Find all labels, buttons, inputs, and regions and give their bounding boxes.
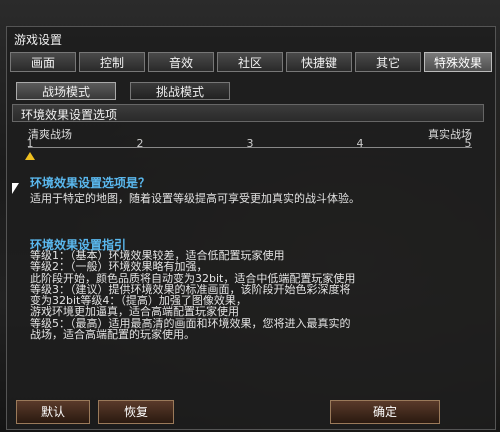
guide-line: 此阶段开始，颜色品质将自动变为32bit，适合中低端配置玩家使用 [30, 272, 356, 284]
tab-hotkeys[interactable]: 快捷键 [286, 52, 352, 72]
tab-community[interactable]: 社区 [217, 52, 283, 72]
guide-line: 等级2：（一般）环境效果略有加强， [30, 261, 208, 273]
guide-line: 等级1：（基本）环境效果较差，适合低配置玩家使用 [30, 250, 285, 262]
slider-tick: 4 [356, 137, 364, 150]
tab-special-effects[interactable]: 特殊效果 [424, 52, 492, 72]
guide-line: 等级5：（最高）适用最高清的画面和环境效果，您将进入最真实的 [30, 317, 351, 330]
settings-tab-bar: 画面 控制 音效 社区 快捷键 其它 特殊效果 [10, 52, 492, 74]
slider-min-label: 清爽战场 [28, 128, 72, 141]
tab-sound[interactable]: 音效 [148, 52, 214, 72]
slider-tick: 3 [246, 137, 254, 150]
guide-line: 游戏环境更加逼真，适合高端配置玩家使用 [30, 306, 239, 318]
guide-text: 等级1：（基本）环境效果较差，适合低配置玩家使用 等级2：（一般）环境效果略有加… [30, 250, 470, 340]
bottom-button-bar: 默认 恢复 确定 [0, 396, 500, 426]
slider-tick: 2 [136, 137, 144, 150]
slider-tick: 5 [464, 137, 472, 150]
section-title: 环境效果设置选项 [21, 108, 118, 122]
default-button[interactable]: 默认 [16, 400, 90, 424]
section-header: 环境效果设置选项 [12, 104, 484, 122]
slider-handle[interactable] [25, 152, 35, 160]
restore-button[interactable]: 恢复 [98, 400, 174, 424]
slider-tick: 1 [26, 137, 34, 150]
guide-line: 战场，适合高端配置的玩家使用。 [30, 329, 195, 341]
tab-graphics[interactable]: 画面 [10, 52, 76, 72]
tab-controls[interactable]: 控制 [79, 52, 145, 72]
guide-line: 变为32bit等级4：（提高）加强了图像效果， [30, 295, 247, 307]
tab-other[interactable]: 其它 [355, 52, 421, 72]
environment-effect-slider[interactable]: 清爽战场 真实战场 1 2 3 4 5 [24, 124, 476, 164]
description-text: 适用于特定的地图，随着设置等级提高可享受更加真实的战斗体验。 [30, 192, 360, 205]
window-titlebar: 游戏设置 [6, 28, 494, 48]
subtab-battle-mode[interactable]: 战场模式 [16, 82, 116, 100]
guide-line: 等级3：（建议）提供环境效果的标准画面，该阶段开始色彩深度将 [30, 283, 351, 296]
mouse-cursor-icon [12, 183, 19, 194]
window-title: 游戏设置 [14, 33, 63, 47]
subtab-challenge-mode[interactable]: 挑战模式 [130, 82, 230, 100]
confirm-button[interactable]: 确定 [330, 400, 440, 424]
description-title: 环境效果设置选项是？ [30, 176, 151, 190]
